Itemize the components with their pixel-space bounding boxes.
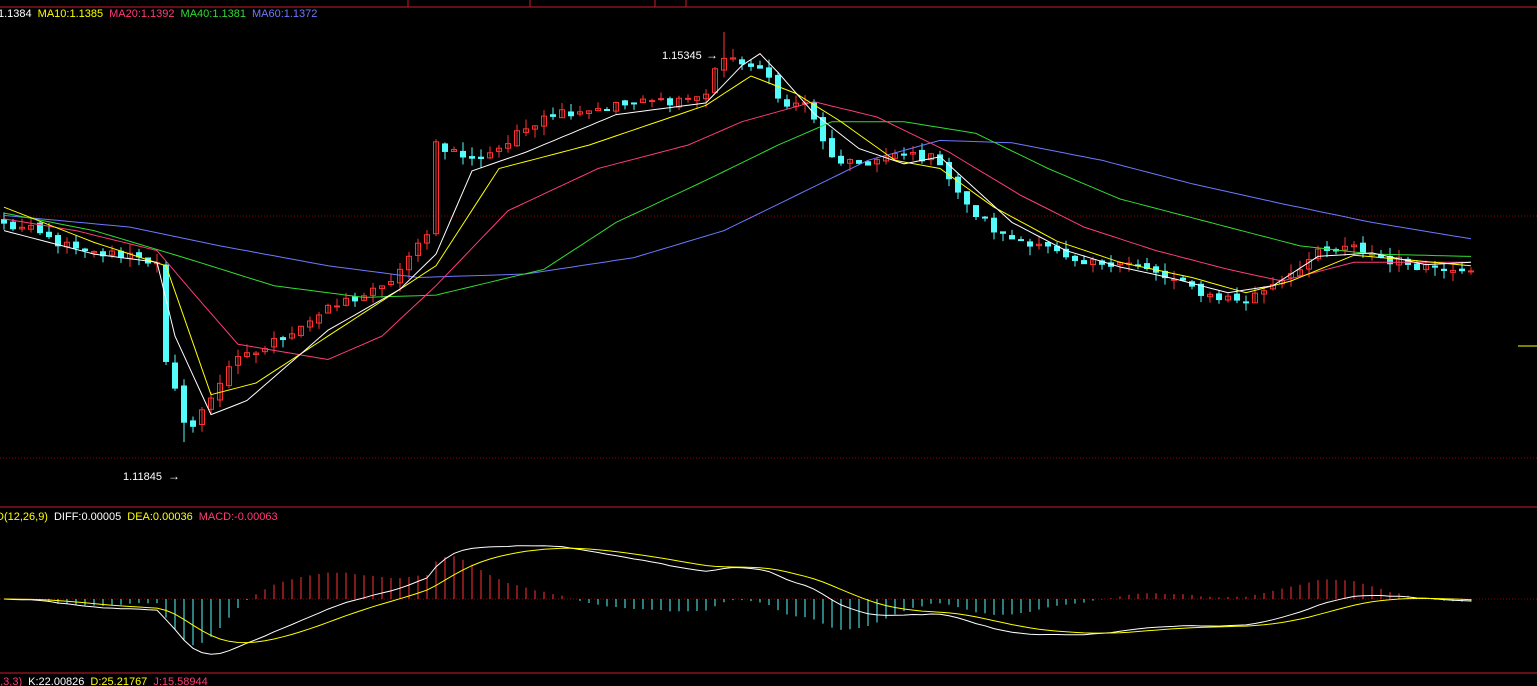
candle-body <box>460 150 466 158</box>
legend-item: MA10:1.1385 <box>38 8 103 20</box>
candle-body <box>10 221 16 230</box>
legend-item: MA60:1.1372 <box>252 8 317 20</box>
legend-item: MA20:1.1392 <box>109 8 174 20</box>
candle <box>163 261 169 366</box>
macd-legend: D(12,26,9) DIFF:0.00005 DEA:0.00036 MACD:-0… <box>0 511 278 523</box>
candle-body <box>991 217 997 233</box>
candle-body <box>1216 293 1222 301</box>
legend-item: DEA:0.00036 <box>127 511 192 523</box>
candle-body <box>739 59 745 65</box>
candle-body <box>478 156 484 160</box>
candle-body <box>964 191 970 205</box>
legend-item: K:22.00826 <box>28 676 84 686</box>
low-price-label: 1.11845 <box>123 471 162 483</box>
candle-body <box>82 248 88 252</box>
chart-background <box>0 0 1537 686</box>
candle-body <box>1 219 7 224</box>
legend-item: 9,3,3) <box>0 676 22 686</box>
candle-body <box>829 138 835 158</box>
candle-body <box>172 362 178 389</box>
legend-item: 1.1384 <box>0 8 32 20</box>
legend-item: DIFF:0.00005 <box>54 511 121 523</box>
candle-body <box>766 67 772 78</box>
candle-body <box>973 205 979 218</box>
candle-body <box>757 65 763 69</box>
candle-body <box>631 102 637 105</box>
candle-body <box>865 161 871 166</box>
candle-body <box>1414 263 1420 271</box>
candle-body <box>550 114 556 117</box>
candle-body <box>1243 301 1249 304</box>
candle <box>37 221 43 235</box>
high-price-label: 1.15345 <box>662 50 702 62</box>
candle-body <box>685 97 691 100</box>
candle-body <box>1027 241 1033 247</box>
candle-body <box>856 160 862 164</box>
high-arrow: → <box>706 48 718 62</box>
candle-body <box>1468 270 1474 273</box>
candle-body <box>649 100 655 103</box>
candle-body <box>469 156 475 159</box>
candle-body <box>667 98 673 106</box>
candle-body <box>190 420 196 427</box>
legend-item: D:25.21767 <box>90 676 147 686</box>
candle-body <box>163 264 169 362</box>
low-arrow: → <box>168 469 180 483</box>
candle-body <box>1072 255 1078 262</box>
legend-item: MA40:1.1381 <box>181 8 246 20</box>
candle-body <box>982 216 988 219</box>
candle-body <box>1018 239 1024 242</box>
candle-body <box>1000 231 1006 234</box>
candle-body <box>442 143 448 152</box>
candle-body <box>1045 241 1051 247</box>
forex-chart[interactable]: 1.1384 MA10:1.1385 MA20:1.1392 MA40:1.1381 M… <box>0 0 1537 686</box>
candle-body <box>1180 277 1186 281</box>
candle-body <box>658 98 664 101</box>
legend-item: J:15.58944 <box>153 676 207 686</box>
candle-body <box>568 111 574 117</box>
candle-body <box>280 337 286 341</box>
candle-body <box>181 385 187 423</box>
ma-legend: 1.1384 MA10:1.1385 MA20:1.1392 MA40:1.1381 M… <box>0 8 317 20</box>
legend-item: MACD:-0.00063 <box>199 511 278 523</box>
candle-body <box>1009 235 1015 240</box>
candle-body <box>622 100 628 106</box>
candle-body <box>334 305 340 308</box>
candle-body <box>901 153 907 156</box>
candle-body <box>73 241 79 249</box>
candle-body <box>352 296 358 302</box>
candle-body <box>955 176 961 193</box>
candle-body <box>784 99 790 107</box>
legend-item: D(12,26,9) <box>0 511 48 523</box>
candle-body <box>1459 268 1465 272</box>
candle-body <box>838 155 844 164</box>
candle-body <box>1441 268 1447 272</box>
candle-body <box>604 109 610 112</box>
candle-body <box>1081 260 1087 265</box>
kdj-legend: 9,3,3) K:22.00826 D:25.21767 J:15.58944 <box>0 676 208 686</box>
candle-body <box>748 63 754 67</box>
candle-body <box>46 231 52 238</box>
candle-body <box>1234 293 1240 301</box>
candle-body <box>1360 242 1366 254</box>
candle-body <box>1432 265 1438 268</box>
candle-body <box>919 149 925 162</box>
